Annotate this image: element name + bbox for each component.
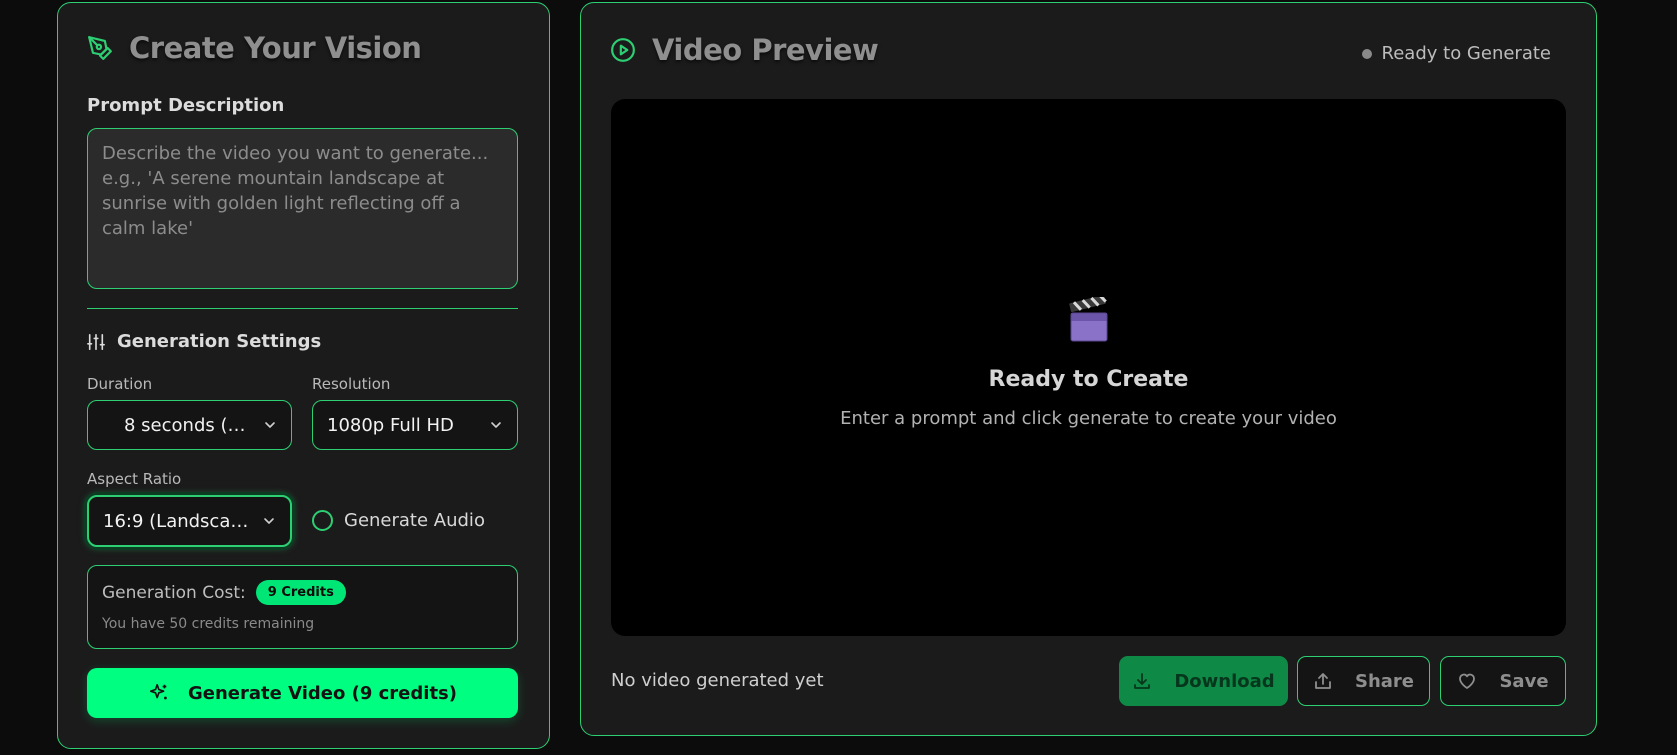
chevron-down-icon	[264, 518, 274, 524]
credits-badge: 9 Credits	[255, 580, 346, 605]
panel-title: Video Preview	[652, 33, 879, 67]
save-label: Save	[1499, 670, 1549, 692]
duration-select[interactable]: 8 seconds (9...	[87, 400, 292, 450]
status-text: Ready to Generate	[1381, 43, 1551, 64]
aspect-ratio-select[interactable]: 16:9 (Landscape)	[87, 495, 292, 547]
pen-nib-icon	[87, 35, 113, 61]
download-button[interactable]: Download	[1119, 656, 1288, 706]
settings-title: Generation Settings	[117, 331, 322, 352]
aspect-ratio-label: Aspect Ratio	[87, 470, 182, 488]
sparkles-icon	[148, 682, 170, 704]
credits-remaining: You have 50 credits remaining	[102, 616, 315, 632]
cost-label: Generation Cost:	[102, 582, 246, 603]
create-vision-heading: Create Your Vision	[87, 31, 422, 65]
chevron-down-icon	[491, 422, 501, 428]
chevron-down-icon	[265, 422, 275, 428]
prompt-label: Prompt Description	[87, 95, 285, 116]
share-icon	[1313, 671, 1333, 691]
video-preview-area: Ready to Create Enter a prompt and click…	[611, 99, 1566, 636]
generate-video-button[interactable]: Generate Video (9 credits)	[87, 668, 518, 718]
cost-row: Generation Cost: 9 Credits	[102, 580, 346, 605]
play-circle-icon	[610, 37, 636, 63]
share-label: Share	[1354, 670, 1414, 692]
resolution-value: 1080p Full HD	[327, 414, 454, 436]
empty-state-subtitle: Enter a prompt and click generate to cre…	[840, 408, 1337, 429]
download-icon	[1132, 671, 1152, 691]
video-preview-heading: Video Preview	[610, 33, 879, 67]
sliders-icon	[87, 333, 105, 351]
empty-state-title: Ready to Create	[988, 367, 1189, 392]
generation-cost-box: Generation Cost: 9 Credits You have 50 c…	[87, 565, 518, 649]
empty-state: Ready to Create Enter a prompt and click…	[611, 297, 1566, 429]
generation-status: Ready to Generate	[1361, 43, 1551, 64]
audio-radio[interactable]	[312, 510, 333, 531]
save-button[interactable]: Save	[1440, 656, 1566, 706]
duration-label: Duration	[87, 375, 153, 393]
download-label: Download	[1174, 670, 1275, 692]
prompt-textarea[interactable]	[87, 128, 518, 289]
generate-audio-label: Generate Audio	[344, 510, 485, 531]
status-dot	[1361, 48, 1372, 59]
heart-icon	[1457, 671, 1477, 691]
aspect-ratio-value: 16:9 (Landscape)	[103, 510, 252, 532]
duration-value: 8 seconds (9...	[124, 414, 253, 436]
resolution-select[interactable]: 1080p Full HD	[312, 400, 518, 450]
panel-title: Create Your Vision	[129, 31, 422, 65]
section-divider	[87, 308, 518, 309]
generation-settings-heading: Generation Settings	[87, 331, 321, 352]
video-preview-panel: Video Preview Ready to Generate Ready to…	[580, 2, 1597, 736]
generate-button-label: Generate Video (9 credits)	[188, 682, 457, 704]
clapperboard-icon	[1068, 297, 1107, 342]
generate-audio-toggle[interactable]: Generate Audio	[312, 510, 485, 531]
resolution-label: Resolution	[312, 375, 391, 393]
video-status-text: No video generated yet	[611, 670, 824, 691]
share-button[interactable]: Share	[1297, 656, 1430, 706]
create-vision-panel: Create Your Vision Prompt Description Ge…	[57, 2, 550, 749]
